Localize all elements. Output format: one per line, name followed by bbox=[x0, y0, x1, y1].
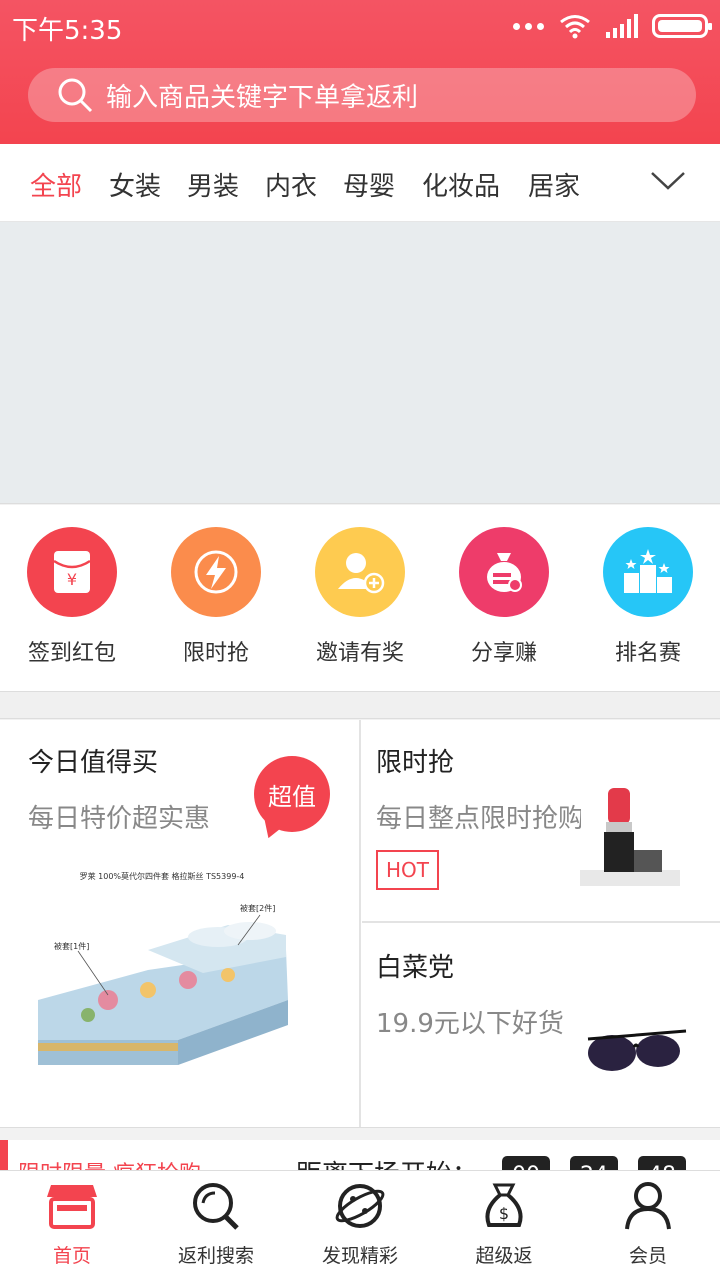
tab-mens[interactable]: 男装 bbox=[187, 166, 239, 203]
quick-label: 分享赚 bbox=[470, 641, 537, 666]
money-bag-icon bbox=[459, 527, 549, 617]
countdown-minutes: 24 bbox=[570, 1156, 618, 1170]
battery-icon bbox=[652, 14, 712, 38]
chevron-down-icon[interactable] bbox=[650, 170, 686, 192]
sunglasses-product-image bbox=[587, 1029, 687, 1071]
countdown-label: 距离下场开始： bbox=[296, 1154, 478, 1170]
app-header: 下午5:35 输入商品关键字下单拿返利 bbox=[0, 0, 720, 144]
quick-invite[interactable]: 邀请有奖 bbox=[288, 527, 432, 667]
category-tabs: 全部 女装 男装 内衣 母婴 化妆品 居家 bbox=[0, 144, 720, 222]
promo-today-title: 今日值得买 bbox=[28, 748, 159, 778]
nav-member[interactable]: 会员 bbox=[576, 1181, 720, 1268]
banner-carousel[interactable] bbox=[0, 222, 720, 504]
product-tag-2: 被套[2件] bbox=[240, 903, 275, 913]
lightning-icon bbox=[171, 527, 261, 617]
search-icon bbox=[58, 78, 93, 113]
search-icon bbox=[193, 1183, 239, 1230]
promo-cheap-title: 白菜党 bbox=[376, 953, 455, 983]
countdown-hours: 00 bbox=[502, 1156, 550, 1170]
quick-sign-in-redpacket[interactable]: ¥ 签到红包 bbox=[0, 527, 144, 667]
svg-text:$: $ bbox=[499, 1204, 509, 1223]
search-placeholder: 输入商品关键字下单拿返利 bbox=[106, 82, 419, 113]
product-tag-1: 被套[1件] bbox=[54, 941, 89, 951]
promo-cheap-card[interactable]: 白菜党 19.9元以下好货 bbox=[362, 925, 720, 1127]
status-bar: 下午5:35 bbox=[0, 0, 720, 52]
quick-label: 签到红包 bbox=[27, 641, 116, 666]
planet-icon bbox=[335, 1184, 385, 1228]
nav-super-rebate[interactable]: $ 超级返 bbox=[432, 1181, 576, 1268]
search-input[interactable]: 输入商品关键字下单拿返利 bbox=[28, 68, 696, 122]
nav-label: 发现精彩 bbox=[321, 1245, 398, 1267]
promo-flash-title: 限时抢 bbox=[376, 748, 455, 778]
quick-ranking[interactable]: 排名赛 bbox=[576, 527, 720, 667]
bottom-nav: 首页 返利搜索 发现精彩 $ 超级返 会员 bbox=[0, 1170, 720, 1280]
promo-flash-card[interactable]: 限时抢 每日整点限时抢购 HOT bbox=[362, 720, 720, 923]
money-bag-icon: $ bbox=[485, 1183, 523, 1227]
nav-home[interactable]: 首页 bbox=[0, 1181, 144, 1268]
nav-rebate-search[interactable]: 返利搜索 bbox=[144, 1181, 288, 1268]
countdown-strip[interactable]: 限时限量 疯狂抢购 距离下场开始： 00 24 48 bbox=[0, 1140, 720, 1170]
user-icon bbox=[625, 1182, 671, 1230]
nav-label: 首页 bbox=[52, 1245, 91, 1267]
product-caption: 罗莱 100%莫代尔四件套 格拉斯丝 TS5399-4 bbox=[80, 871, 245, 881]
promo-today-subtitle: 每日特价超实惠 bbox=[28, 804, 211, 834]
section-divider bbox=[0, 691, 720, 719]
promo-section: 今日值得买 每日特价超实惠 超值 罗莱 100%莫代尔四件套 格拉斯丝 TS53… bbox=[0, 720, 720, 1128]
lipstick-product-image bbox=[580, 788, 680, 886]
quick-label: 限时抢 bbox=[182, 641, 249, 666]
promo-cheap-subtitle: 19.9元以下好货 bbox=[376, 1009, 564, 1039]
promo-today-card[interactable]: 今日值得买 每日特价超实惠 超值 罗莱 100%莫代尔四件套 格拉斯丝 TS53… bbox=[0, 720, 361, 1127]
more-dots-icon bbox=[513, 22, 544, 30]
nav-label: 返利搜索 bbox=[177, 1245, 254, 1267]
quick-label: 邀请有奖 bbox=[315, 641, 404, 666]
quick-actions: ¥ 签到红包 限时抢 邀请有奖 分享赚 排名赛 bbox=[0, 505, 720, 691]
tab-womens[interactable]: 女装 bbox=[109, 166, 161, 203]
quick-label: 排名赛 bbox=[614, 641, 681, 666]
promo-flash-subtitle: 每日整点限时抢购 bbox=[376, 804, 581, 834]
tab-underwear[interactable]: 内衣 bbox=[265, 166, 317, 203]
tab-all[interactable]: 全部 bbox=[30, 166, 82, 203]
tab-cosmetics[interactable]: 化妆品 bbox=[422, 166, 500, 203]
nav-label: 超级返 bbox=[475, 1245, 533, 1267]
countdown-tagline: 限时限量 疯狂抢购 bbox=[18, 1156, 201, 1170]
nav-label: 会员 bbox=[628, 1245, 667, 1267]
quick-flash-sale[interactable]: 限时抢 bbox=[144, 527, 288, 667]
status-time: 下午5:35 bbox=[12, 16, 123, 46]
tab-baby[interactable]: 母婴 bbox=[343, 166, 395, 203]
status-icons bbox=[513, 12, 712, 40]
invite-user-icon bbox=[315, 527, 405, 617]
signal-icon bbox=[606, 14, 638, 38]
nav-discover[interactable]: 发现精彩 bbox=[288, 1181, 432, 1268]
red-envelope-icon: ¥ bbox=[27, 527, 117, 617]
podium-icon bbox=[603, 527, 693, 617]
hot-badge: HOT bbox=[376, 850, 439, 890]
wifi-icon bbox=[560, 15, 590, 39]
quick-share-earn[interactable]: 分享赚 bbox=[432, 527, 576, 667]
svg-text:¥: ¥ bbox=[67, 570, 77, 589]
tab-home[interactable]: 居家 bbox=[528, 166, 580, 203]
shop-icon bbox=[47, 1185, 97, 1229]
value-badge: 超值 bbox=[254, 756, 330, 832]
countdown-seconds: 48 bbox=[638, 1156, 686, 1170]
product-bedding-image: 罗莱 100%莫代尔四件套 格拉斯丝 TS5399-4 被套[1件] 被套[2件… bbox=[28, 865, 296, 1087]
